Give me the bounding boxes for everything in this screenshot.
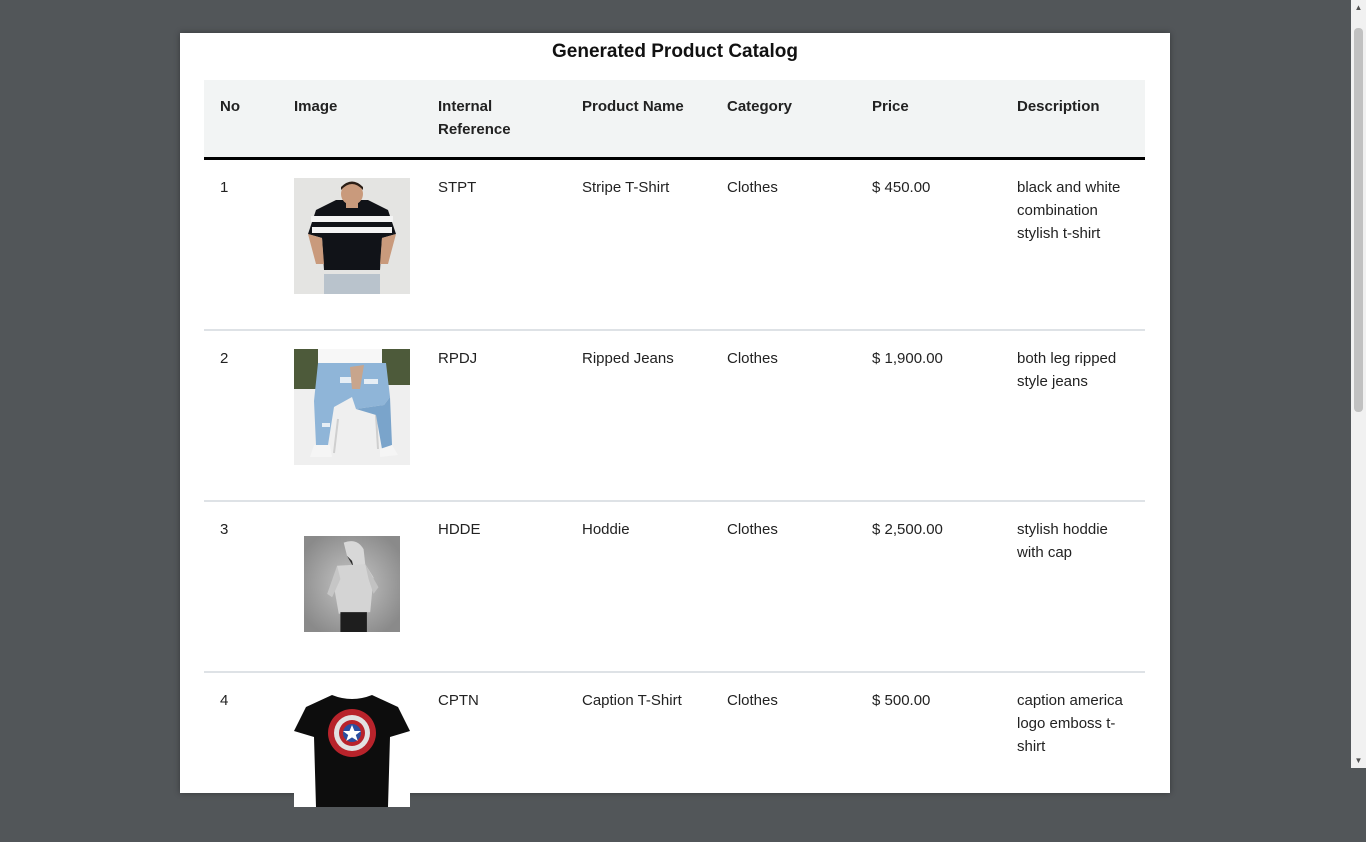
- column-header-price: Price: [856, 80, 1001, 160]
- cell-price: $ 2,500.00: [856, 501, 1001, 673]
- cell-no: 2: [204, 330, 278, 502]
- cell-description: black and white combination stylish t-sh…: [1001, 158, 1145, 331]
- cell-category: Clothes: [711, 330, 856, 502]
- scroll-up-arrow-icon[interactable]: ▲: [1351, 0, 1366, 15]
- column-header-description: Description: [1001, 80, 1145, 160]
- cell-image: [278, 501, 422, 673]
- stripe-tshirt-image: [294, 178, 410, 294]
- cell-internal-reference: STPT: [422, 158, 566, 331]
- cell-category: Clothes: [711, 501, 856, 673]
- scroll-down-arrow-icon[interactable]: ▼: [1351, 753, 1366, 768]
- cell-description: both leg ripped style jeans: [1001, 330, 1145, 502]
- cell-no: 3: [204, 501, 278, 673]
- cell-category: Clothes: [711, 158, 856, 331]
- cell-price: $ 500.00: [872, 692, 931, 709]
- cell-description: caption america logo emboss t-shirt: [1017, 692, 1123, 755]
- cell-internal-reference: CPTN: [438, 692, 479, 709]
- vertical-scrollbar[interactable]: ▲ ▼: [1351, 0, 1366, 768]
- cell-category: Clothes: [727, 692, 778, 709]
- table-row: 1 STPT Stripe T-Shirt Clothes $ 450.00 b…: [204, 158, 1145, 331]
- cell-price: $ 1,900.00: [856, 330, 1001, 502]
- catalog-page: Generated Product Catalog No Image Inter…: [180, 33, 1170, 807]
- cell-product-name: Caption T-Shirt: [582, 692, 682, 709]
- cell-no: 4: [220, 692, 229, 709]
- page-title: Generated Product Catalog: [552, 41, 798, 62]
- cell-description: stylish hoddie with cap: [1001, 501, 1145, 673]
- product-table: No Image Internal Reference Product Name…: [204, 80, 1145, 842]
- column-header-image: Image: [278, 80, 422, 160]
- cell-product-name: Hoddie: [566, 501, 711, 673]
- cell-internal-reference: HDDE: [422, 501, 566, 673]
- cell-internal-reference: RPDJ: [422, 330, 566, 502]
- ripped-jeans-image: [294, 349, 410, 465]
- hoodie-image: [304, 536, 400, 632]
- table-row: 4 CPTN Caption T-Shirt Clothes $ 500.00 …: [204, 672, 1145, 842]
- cell-image: [278, 672, 422, 842]
- column-header-category: Category: [711, 80, 856, 160]
- cell-image: [278, 330, 422, 502]
- cell-image: [278, 158, 422, 331]
- cell-product-name: Ripped Jeans: [566, 330, 711, 502]
- captain-tshirt-image: [294, 691, 410, 807]
- table-header-row: No Image Internal Reference Product Name…: [204, 80, 1145, 160]
- cell-product-name: Stripe T-Shirt: [566, 158, 711, 331]
- table-row: 3 HDDE Hoddie Clothes $ 2,500.00 stylish…: [204, 501, 1145, 673]
- column-header-product-name: Product Name: [566, 80, 711, 160]
- column-header-no: No: [204, 80, 278, 160]
- scrollbar-thumb[interactable]: [1354, 28, 1363, 412]
- table-row: 2 RPDJ Ripped Jeans Clothes $ 1,900.00 b…: [204, 330, 1145, 502]
- cell-no: 1: [204, 158, 278, 331]
- column-header-internal-reference: Internal Reference: [422, 80, 566, 160]
- cell-price: $ 450.00: [856, 158, 1001, 331]
